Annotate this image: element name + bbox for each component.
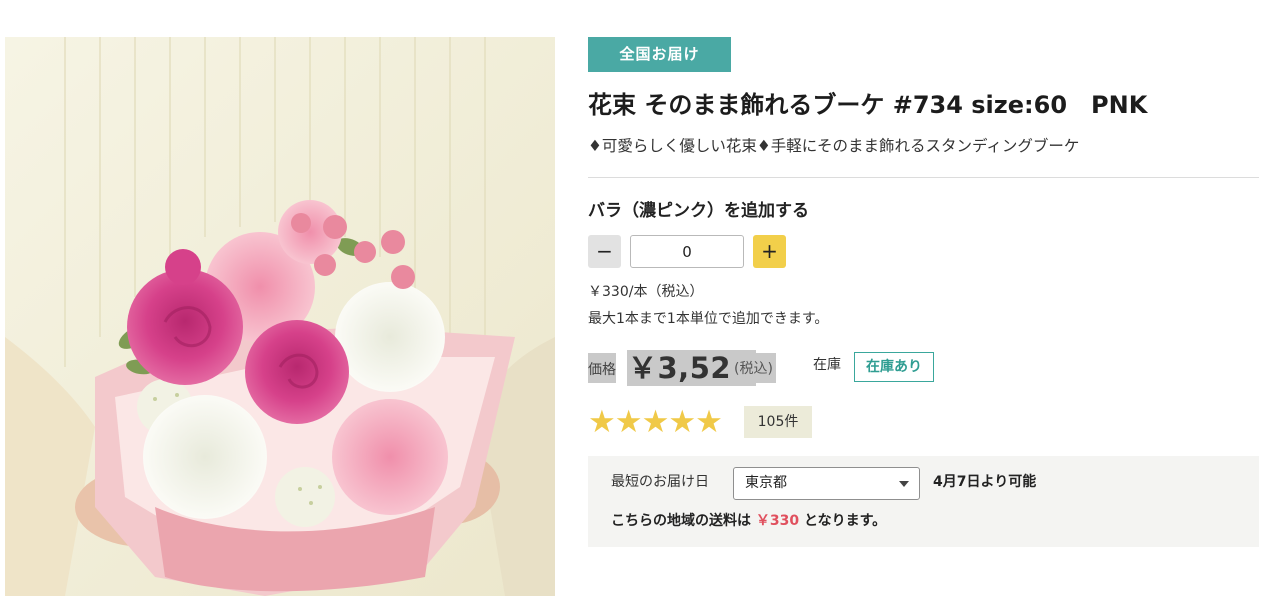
prefecture-select[interactable]: 東京都 bbox=[733, 467, 920, 500]
shipping-suffix: となります。 bbox=[803, 513, 887, 529]
product-title: 花束 そのまま飾れるブーケ #734 size:60 PNK bbox=[588, 91, 1148, 119]
product-subtitle: ♦可愛らしく優しい花束♦手軽にそのまま飾れるスタンディングブーケ bbox=[588, 137, 1080, 155]
shipping-fee-text: こちらの地域の送料は ￥330 となります。 bbox=[611, 510, 886, 532]
increase-quantity-button[interactable]: + bbox=[753, 235, 786, 268]
bouquet-illustration bbox=[5, 37, 555, 596]
delivery-label: 最短のお届け日 bbox=[611, 474, 709, 490]
decrease-quantity-button[interactable]: − bbox=[588, 235, 621, 268]
prefecture-selected-value: 東京都 bbox=[745, 475, 787, 491]
product-page: 全国お届け 花束 そのまま飾れるブーケ #734 size:60 PNK ♦可愛… bbox=[0, 0, 1280, 596]
price-label: 価格 bbox=[588, 353, 616, 383]
addon-unit-price: ￥330/本（税込） bbox=[588, 284, 704, 300]
price-row: 価格 ￥3,520 (税込) 在庫 在庫あり bbox=[588, 350, 1259, 390]
divider bbox=[588, 177, 1259, 178]
stock-status-badge: 在庫あり bbox=[854, 352, 934, 382]
earliest-delivery-date: 4月7日より可能 bbox=[933, 474, 1037, 490]
delivery-panel: 最短のお届け日 東京都 4月7日より可能 こちらの地域の送料は ￥330 となり… bbox=[588, 456, 1259, 547]
addon-title: バラ（濃ピンク）を追加する bbox=[588, 201, 809, 221]
quantity-input[interactable] bbox=[630, 235, 744, 268]
price-tax-note: (税込) bbox=[731, 353, 776, 383]
nationwide-delivery-badge: 全国お届け bbox=[588, 37, 731, 72]
star-rating: ★★★★★ bbox=[588, 404, 723, 440]
chevron-down-icon bbox=[899, 481, 909, 487]
addon-limit-note: 最大1本まで1本単位で追加できます。 bbox=[588, 311, 829, 327]
shipping-prefix: こちらの地域の送料は bbox=[611, 513, 751, 529]
shipping-fee: ￥330 bbox=[755, 513, 800, 529]
stock-label: 在庫 bbox=[813, 357, 841, 373]
review-count-button[interactable]: 105件 bbox=[744, 406, 812, 438]
product-photo[interactable] bbox=[5, 37, 555, 596]
